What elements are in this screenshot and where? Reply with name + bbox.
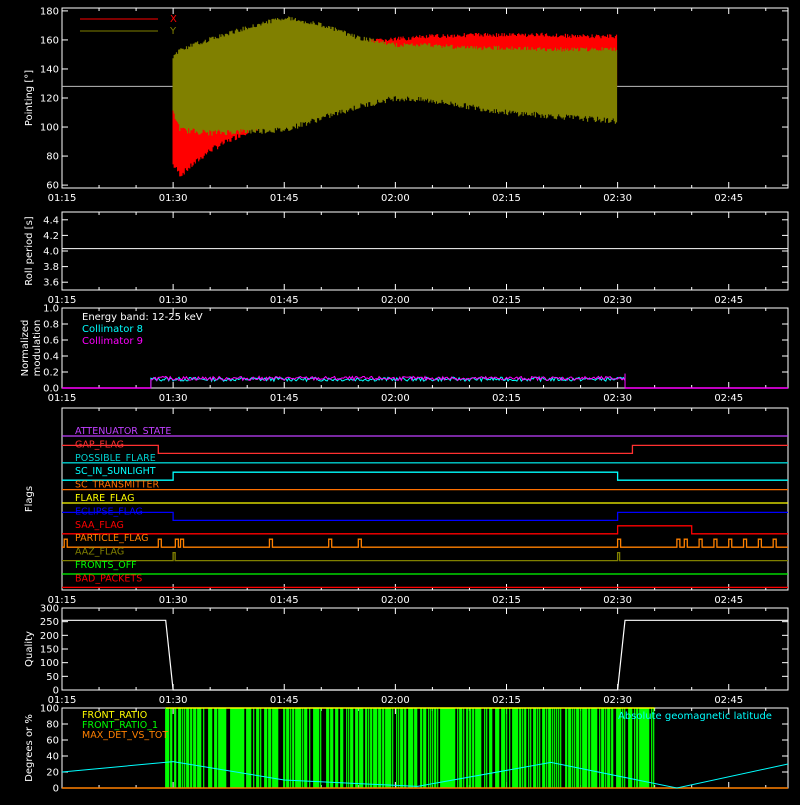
- x-tick-label: 02:15: [492, 595, 521, 606]
- chart-svg: 01:15 01:30 01:45 02:00 02:15 02:30 02:45 Point…: [20, 6, 789, 795]
- flag-label-particle-flag: PARTICLE_FLAG: [75, 533, 148, 544]
- y-axis-label: Flags: [24, 486, 35, 512]
- y-tick-label: 100: [40, 658, 59, 669]
- y-tick-label: 250: [40, 617, 59, 628]
- modulation-series-collimator-8: [150, 373, 626, 389]
- y-axis-label: Normalized: [20, 320, 31, 377]
- y-tick-label: 1.0: [43, 304, 59, 315]
- legend-max-det-vs-tot: MAX_DET_VS_TOT: [82, 730, 168, 741]
- x-tick-label: 01:30: [159, 393, 188, 404]
- x-tick-label: 02:00: [381, 295, 410, 306]
- y-tick-label: 0: [53, 784, 59, 795]
- x-tick-label: 01:30: [159, 595, 188, 606]
- y-tick-label: 60: [46, 181, 59, 192]
- x-tick-label: 02:30: [603, 595, 632, 606]
- flag-trace-particle-flag: [62, 538, 788, 548]
- energy-band-label: Energy band: 12-25 keV: [82, 312, 203, 323]
- y-tick-label: 200: [40, 631, 59, 642]
- y-axis-label: Roll period [s]: [24, 216, 35, 285]
- flag-trace-saa-flag: [62, 525, 788, 535]
- x-tick-label: 01:15: [48, 193, 77, 204]
- y-tick-label: 0.6: [43, 336, 59, 347]
- x-tick-label: 02:30: [603, 193, 632, 204]
- x-tick-label: 02:45: [714, 595, 743, 606]
- flag-label-bad-packets: BAD_PACKETS: [75, 573, 142, 584]
- flag-label-aaz-flag: AAZ_FLAG: [75, 547, 124, 558]
- y-tick-label: 100: [40, 704, 59, 715]
- flag-label-saa-flag: SAA_FLAG: [75, 520, 124, 531]
- y-tick-label: 3.6: [43, 278, 59, 289]
- panel-frame: [61, 211, 789, 291]
- x-tick-label: 01:45: [270, 193, 299, 204]
- x-tick-label: 02:00: [381, 595, 410, 606]
- x-tick-label: 02:15: [492, 393, 521, 404]
- series-y-trace: [172, 16, 618, 136]
- chart-stage: 01:15 01:30 01:45 02:00 02:15 02:30 02:45 Point…: [0, 0, 800, 800]
- x-tick-label: 02:45: [714, 295, 743, 306]
- y-tick-label: 80: [46, 152, 59, 163]
- y-tick-label: 160: [40, 35, 59, 46]
- y-tick-label: 180: [40, 6, 59, 17]
- y-tick-label: 0: [53, 686, 59, 697]
- x-tick-label: 02:30: [603, 295, 632, 306]
- y-tick-label: 20: [46, 768, 59, 779]
- legend-label-x: X: [170, 14, 177, 25]
- x-tick-label: 01:30: [159, 193, 188, 204]
- y-tick-label: 140: [40, 64, 59, 75]
- x-tick-label: 01:45: [270, 695, 299, 706]
- x-tick-label: 02:15: [492, 193, 521, 204]
- x-tick-label: 02:15: [492, 695, 521, 706]
- flag-trace-gap-flag: [62, 444, 788, 455]
- y-tick-label: 40: [46, 752, 59, 763]
- series-y-envelope: [172, 16, 618, 136]
- x-tick-label: 01:15: [48, 393, 77, 404]
- y-tick-label: 0.0: [43, 384, 59, 395]
- x-tick-label: 01:45: [270, 295, 299, 306]
- legend-collimator-8: Collimator 8: [82, 324, 143, 335]
- y-tick-label: 60: [46, 736, 59, 747]
- y-tick-label: 0.8: [43, 320, 59, 331]
- x-tick-label: 02:45: [714, 193, 743, 204]
- flag-label-fronts-off: FRONTS_OFF: [75, 560, 137, 571]
- x-tick-label: 01:30: [159, 295, 188, 306]
- legend-geomagnetic-latitude: Absolute geomagnetic latitude: [618, 711, 772, 722]
- y-tick-label: 4.2: [43, 231, 59, 242]
- y-tick-label: 80: [46, 720, 59, 731]
- y-axis-label: modulation: [32, 320, 43, 377]
- y-tick-label: 4.4: [43, 215, 59, 226]
- quality-trace: [62, 619, 788, 691]
- legend-collimator-9: Collimator 9: [82, 336, 143, 347]
- y-tick-label: 50: [46, 672, 59, 683]
- y-tick-label: 0.4: [43, 352, 59, 363]
- front-ratio-trace: [165, 708, 655, 788]
- y-tick-label: 100: [40, 123, 59, 134]
- x-tick-label: 02:00: [381, 695, 410, 706]
- y-tick-label: 150: [40, 645, 59, 656]
- x-tick-label: 02:00: [381, 393, 410, 404]
- y-axis-label: Quality: [24, 631, 35, 667]
- y-tick-label: 300: [40, 604, 59, 615]
- x-tick-label: 02:15: [492, 295, 521, 306]
- flag-label-sc-in-sunlight: SC_IN_SUNLIGHT: [75, 466, 156, 477]
- y-tick-label: 4.0: [43, 247, 59, 258]
- flag-trace-aaz-flag: [62, 551, 788, 562]
- x-tick-label: 02:30: [603, 393, 632, 404]
- y-tick-label: 0.2: [43, 368, 59, 379]
- x-tick-label: 01:45: [270, 393, 299, 404]
- x-tick-label: 02:45: [714, 695, 743, 706]
- y-axis-label: Degrees or %: [24, 714, 35, 782]
- flag-trace-sc-in-sunlight: [62, 471, 788, 481]
- x-tick-label: 01:30: [159, 695, 188, 706]
- front-ratio-bars: [165, 708, 655, 788]
- y-axis-label: Pointing [°]: [24, 70, 35, 126]
- y-tick-label: 3.8: [43, 262, 59, 273]
- x-tick-label: 02:45: [714, 393, 743, 404]
- y-tick-label: 120: [40, 94, 59, 105]
- flag-trace-eclipse-flag: [62, 511, 788, 522]
- x-tick-label: 02:30: [603, 695, 632, 706]
- x-tick-label: 01:45: [270, 595, 299, 606]
- x-tick-label: 02:00: [381, 193, 410, 204]
- legend-label-y: Y: [169, 26, 177, 37]
